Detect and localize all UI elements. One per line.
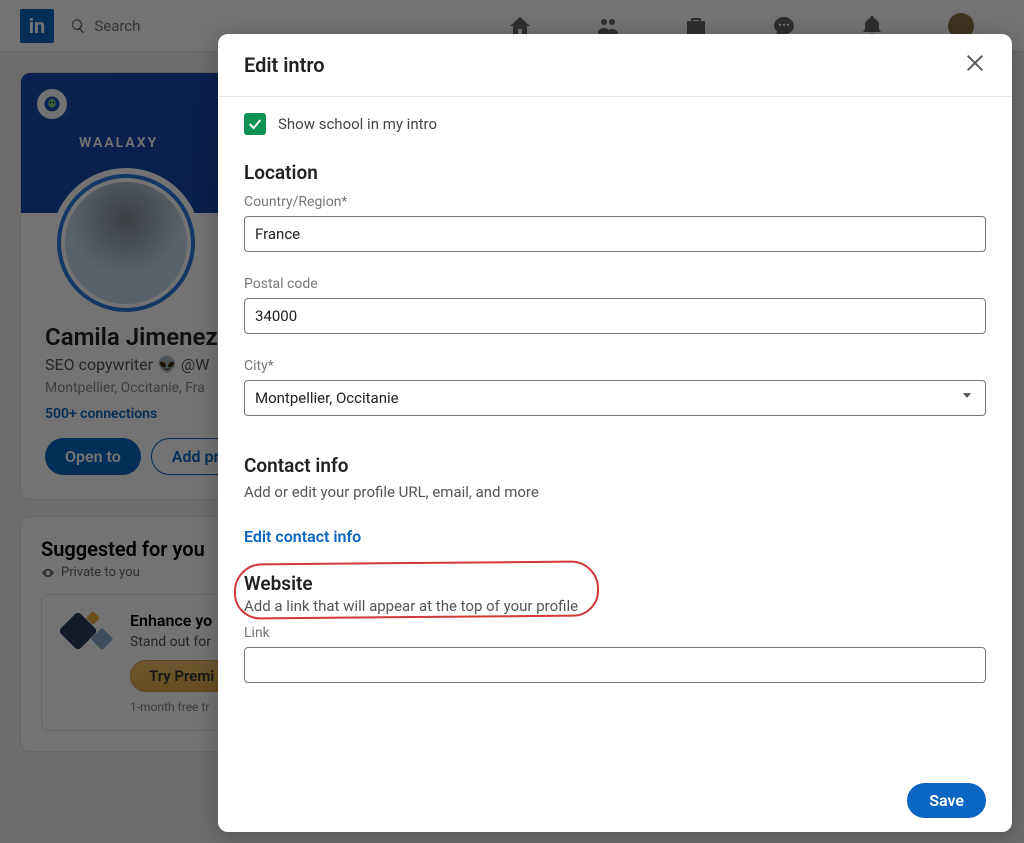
save-label: Save	[929, 791, 964, 810]
edit-contact-info-link[interactable]: Edit contact info	[244, 527, 361, 546]
save-button[interactable]: Save	[907, 783, 986, 818]
postal-input[interactable]	[244, 298, 986, 334]
show-school-row[interactable]: Show school in my intro	[244, 113, 986, 135]
city-label: City*	[244, 358, 986, 374]
show-school-label: Show school in my intro	[278, 115, 437, 133]
modal-title: Edit intro	[244, 53, 325, 77]
contact-sub: Add or edit your profile URL, email, and…	[244, 483, 986, 501]
contact-heading: Contact info	[244, 454, 986, 477]
modal-footer: Save	[218, 769, 1012, 832]
close-icon	[964, 52, 986, 74]
chevron-down-icon	[960, 387, 974, 406]
modal-close-button[interactable]	[964, 52, 986, 78]
modal-body[interactable]: Show school in my intro Location Country…	[218, 97, 1012, 769]
country-label: Country/Region*	[244, 194, 986, 210]
edit-intro-modal: Edit intro Show school in my intro Locat…	[218, 34, 1012, 832]
city-select[interactable]	[244, 380, 986, 416]
website-sub: Add a link that will appear at the top o…	[244, 597, 986, 615]
show-school-checkbox[interactable]	[244, 113, 266, 135]
modal-header: Edit intro	[218, 34, 1012, 97]
check-icon	[247, 116, 263, 132]
website-block: Website Add a link that will appear at t…	[244, 572, 986, 615]
website-heading: Website	[244, 572, 986, 595]
country-input[interactable]	[244, 216, 986, 252]
location-heading: Location	[244, 161, 986, 184]
postal-label: Postal code	[244, 276, 986, 292]
website-link-input[interactable]	[244, 647, 986, 683]
link-label: Link	[244, 625, 986, 641]
